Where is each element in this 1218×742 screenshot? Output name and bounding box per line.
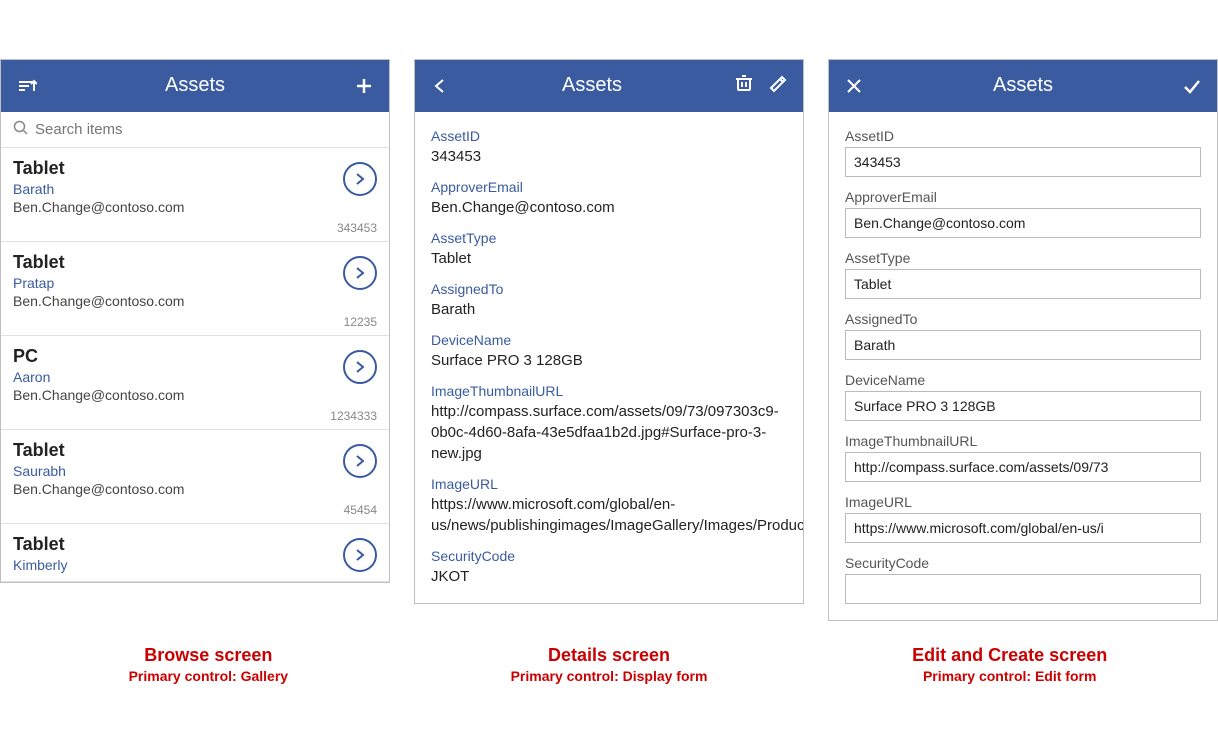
gallery-item-content: Tablet Barath Ben.Change@contoso.com xyxy=(13,158,343,219)
gallery-item: Tablet Barath Ben.Change@contoso.com 343… xyxy=(1,148,389,242)
edit-field-input[interactable] xyxy=(845,147,1201,177)
add-icon[interactable] xyxy=(353,75,375,97)
item-arrow-button[interactable] xyxy=(343,538,377,572)
edit-field-label: ApproverEmail xyxy=(845,189,1201,205)
details-field-value: Barath xyxy=(431,299,787,320)
gallery-item: Tablet Saurabh Ben.Change@contoso.com 45… xyxy=(1,430,389,524)
edit-field-input[interactable] xyxy=(845,269,1201,299)
gallery-item: Tablet Pratap Ben.Change@contoso.com 122… xyxy=(1,242,389,336)
details-field-label: AssetType xyxy=(431,230,787,246)
item-arrow-button[interactable] xyxy=(343,162,377,196)
edit-field-input[interactable] xyxy=(845,208,1201,238)
details-field-value: Surface PRO 3 128GB xyxy=(431,350,787,371)
item-subtitle: Barath xyxy=(13,181,343,197)
screens-container: Assets Tablet Barath xyxy=(0,59,1218,621)
details-caption-title: Details screen xyxy=(421,645,798,666)
browse-screen: Assets Tablet Barath xyxy=(0,59,390,583)
edit-field-input[interactable] xyxy=(845,330,1201,360)
back-icon[interactable] xyxy=(429,75,451,97)
edit-field-input[interactable] xyxy=(845,513,1201,543)
edit-field-input[interactable] xyxy=(845,391,1201,421)
details-field-label: AssignedTo xyxy=(431,281,787,297)
details-field-label: ApproverEmail xyxy=(431,179,787,195)
gallery-item: PC Aaron Ben.Change@contoso.com 1234333 xyxy=(1,336,389,430)
edit-title: Assets xyxy=(865,74,1181,97)
edit-field-label: AssetType xyxy=(845,250,1201,266)
details-field-label: AssetID xyxy=(431,128,787,144)
item-title: Tablet xyxy=(13,440,343,461)
edit-field-input[interactable] xyxy=(845,574,1201,604)
edit-field-input[interactable] xyxy=(845,452,1201,482)
details-caption: Details screen Primary control: Display … xyxy=(421,645,798,684)
edit-field-label: ImageURL xyxy=(845,494,1201,510)
browse-title: Assets xyxy=(37,74,353,97)
item-email: Ben.Change@contoso.com xyxy=(13,481,343,497)
details-field-label: ImageThumbnailURL xyxy=(431,383,787,399)
gallery-item: Tablet Kimberly xyxy=(1,524,389,582)
edit-body: AssetID ApproverEmail AssetType AssignedTo D… xyxy=(829,112,1217,620)
item-id: 1234333 xyxy=(13,409,377,423)
edit-field-label: SecurityCode xyxy=(845,555,1201,571)
edit-caption-title: Edit and Create screen xyxy=(821,645,1198,666)
details-header: Assets xyxy=(415,60,803,112)
browse-caption-title: Browse screen xyxy=(20,645,397,666)
details-title: Assets xyxy=(451,74,733,97)
edit-field-label: AssetID xyxy=(845,128,1201,144)
details-field-label: DeviceName xyxy=(431,332,787,348)
edit-header: Assets xyxy=(829,60,1217,112)
edit-icon[interactable] xyxy=(767,72,789,100)
edit-field-label: AssignedTo xyxy=(845,311,1201,327)
delete-icon[interactable] xyxy=(733,72,755,100)
item-id: 12235 xyxy=(13,315,377,329)
sort-icon[interactable] xyxy=(15,75,37,97)
details-field-label: SecurityCode xyxy=(431,548,787,564)
details-actions xyxy=(733,72,789,100)
close-icon[interactable] xyxy=(843,75,865,97)
browse-caption-sub: Primary control: Gallery xyxy=(20,668,397,684)
gallery-list: Tablet Barath Ben.Change@contoso.com 343… xyxy=(1,148,389,582)
item-title: Tablet xyxy=(13,534,343,555)
search-icon xyxy=(13,120,29,139)
details-field-label: ImageURL xyxy=(431,476,787,492)
item-subtitle: Kimberly xyxy=(13,557,343,573)
edit-field-label: DeviceName xyxy=(845,372,1201,388)
item-arrow-button[interactable] xyxy=(343,444,377,478)
edit-caption: Edit and Create screen Primary control: … xyxy=(821,645,1198,684)
details-field-value: Ben.Change@contoso.com xyxy=(431,197,787,218)
item-email: Ben.Change@contoso.com xyxy=(13,199,343,215)
captions-container: Browse screen Primary control: Gallery D… xyxy=(20,645,1198,684)
gallery-item-content: PC Aaron Ben.Change@contoso.com xyxy=(13,346,343,407)
details-field-value: http://compass.surface.com/assets/09/73/… xyxy=(431,401,787,464)
details-body: AssetID 343453 ApproverEmail Ben.Change@con… xyxy=(415,112,803,603)
gallery-item-content: Tablet Pratap Ben.Change@contoso.com xyxy=(13,252,343,313)
details-field-value: 343453 xyxy=(431,146,787,167)
gallery-item-content: Tablet Saurabh Ben.Change@contoso.com xyxy=(13,440,343,501)
details-field-value: JKOT xyxy=(431,566,787,587)
edit-field-label: ImageThumbnailURL xyxy=(845,433,1201,449)
item-email: Ben.Change@contoso.com xyxy=(13,387,343,403)
item-subtitle: Aaron xyxy=(13,369,343,385)
browse-caption: Browse screen Primary control: Gallery xyxy=(20,645,397,684)
search-bar xyxy=(1,112,389,148)
edit-screen: Assets AssetID ApproverEmail AssetType Assi… xyxy=(828,59,1218,621)
details-field-value: Tablet xyxy=(431,248,787,269)
details-caption-sub: Primary control: Display form xyxy=(421,668,798,684)
item-arrow-button[interactable] xyxy=(343,256,377,290)
item-title: Tablet xyxy=(13,252,343,273)
check-icon[interactable] xyxy=(1181,75,1203,97)
details-screen: Assets xyxy=(414,59,804,604)
item-subtitle: Saurabh xyxy=(13,463,343,479)
gallery-item-content: Tablet Kimberly xyxy=(13,534,343,575)
item-id: 343453 xyxy=(13,221,377,235)
browse-header: Assets xyxy=(1,60,389,112)
item-title: Tablet xyxy=(13,158,343,179)
details-field-value: https://www.microsoft.com/global/en-us/n… xyxy=(431,494,787,536)
item-id: 45454 xyxy=(13,503,377,517)
search-input[interactable] xyxy=(35,121,377,138)
item-subtitle: Pratap xyxy=(13,275,343,291)
item-title: PC xyxy=(13,346,343,367)
item-email: Ben.Change@contoso.com xyxy=(13,293,343,309)
item-arrow-button[interactable] xyxy=(343,350,377,384)
edit-caption-sub: Primary control: Edit form xyxy=(821,668,1198,684)
